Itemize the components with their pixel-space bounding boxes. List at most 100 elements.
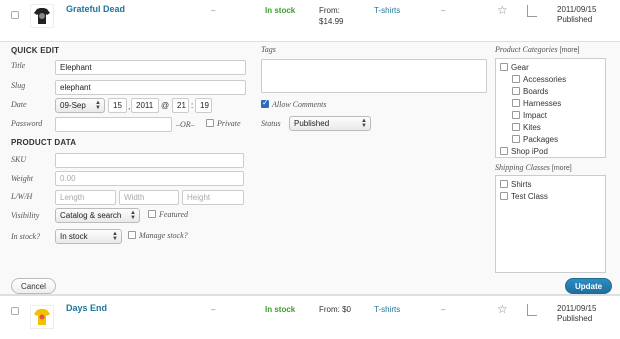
price-value: $14.99 <box>319 17 344 26</box>
quick-edit-panel: QUICK EDIT Title Elephant Slug elephant … <box>0 42 620 295</box>
time-colon: : <box>191 101 194 110</box>
select-arrows-icon: ▲ ▼ <box>361 118 367 129</box>
star-icon[interactable]: ☆ <box>497 3 508 17</box>
minute-field[interactable]: 19 <box>195 98 212 113</box>
product-name-link[interactable]: Grateful Dead <box>66 4 125 14</box>
shipping-classes-checklist: Shirts Test Class <box>495 175 606 273</box>
product-row-days-end: Days End – In stock From: $0 T-shirts – … <box>0 295 620 339</box>
private-checkbox[interactable] <box>206 119 214 127</box>
sku-cell: – <box>211 6 216 15</box>
in-stock-label: In stock? <box>11 232 41 241</box>
simple-product-icon <box>527 5 537 17</box>
length-field[interactable]: Length <box>55 190 116 205</box>
allow-comments-checkbox[interactable] <box>261 98 269 108</box>
visibility-label: Visibility <box>11 211 40 220</box>
status-value: Published <box>294 119 330 128</box>
shipping-class-checkbox[interactable] <box>500 180 508 188</box>
stock-status-select[interactable]: In stock ▲ ▼ <box>55 229 122 244</box>
category-link[interactable]: T-shirts <box>374 6 400 15</box>
categories-more-link[interactable]: [more] <box>560 47 580 54</box>
slug-field[interactable]: elephant <box>55 80 246 95</box>
select-arrows-icon: ▲ ▼ <box>95 100 101 111</box>
tags-textarea[interactable] <box>261 59 487 93</box>
row-checkbox[interactable] <box>11 307 19 315</box>
category-label: Harnesses <box>523 99 562 108</box>
date-label: Date <box>11 100 27 109</box>
row-checkbox[interactable] <box>11 11 19 19</box>
category-checkbox[interactable] <box>512 135 520 143</box>
slug-label: Slug <box>11 81 26 90</box>
category-label: Packages <box>523 135 559 144</box>
category-checkbox[interactable] <box>512 123 520 131</box>
hour-field[interactable]: 21 <box>172 98 189 113</box>
category-checkbox[interactable] <box>512 111 520 119</box>
quick-edit-heading: QUICK EDIT <box>11 46 60 55</box>
publish-info: 2011/09/15 Published <box>557 5 596 25</box>
private-label: Private <box>217 119 241 128</box>
manage-stock-label: Manage stock? <box>139 231 188 240</box>
publish-info: 2011/09/15 Published <box>557 304 596 324</box>
lwh-label: L/W/H <box>11 192 33 201</box>
category-checkbox[interactable] <box>512 99 520 107</box>
category-label: Kites <box>523 123 541 132</box>
product-name-link[interactable]: Days End <box>66 303 107 313</box>
featured-label: Featured <box>159 210 189 219</box>
month-select[interactable]: 09-Sep ▲ ▼ <box>55 98 105 113</box>
star-icon[interactable]: ☆ <box>497 302 508 316</box>
shipping-classes-label: Shipping Classes [more] <box>495 163 572 172</box>
at-symbol: @ <box>161 101 170 110</box>
manage-stock-checkbox[interactable] <box>128 231 136 239</box>
stock-status: In stock <box>265 305 296 314</box>
select-arrows-icon: ▲ ▼ <box>112 231 118 242</box>
simple-product-icon <box>527 304 537 316</box>
category-label: Gear <box>511 63 529 72</box>
status-label: Status <box>261 119 281 128</box>
stock-status: In stock <box>265 6 296 15</box>
password-label: Password <box>11 119 43 128</box>
shipping-class-label: Test Class <box>511 192 548 201</box>
category-checkbox[interactable] <box>512 87 520 95</box>
category-label: Boards <box>523 87 549 96</box>
category-checkbox[interactable] <box>500 147 508 155</box>
shipping-classes-text: Shipping Classes <box>495 163 550 172</box>
shipping-class-label: Shirts <box>511 180 532 189</box>
weight-field[interactable]: 0.00 <box>55 171 244 186</box>
category-link[interactable]: T-shirts <box>374 305 400 314</box>
select-arrows-icon: ▲ ▼ <box>130 210 136 221</box>
visibility-select[interactable]: Catalog & search ▲ ▼ <box>55 208 140 223</box>
shipping-more-link[interactable]: [more] <box>552 165 572 172</box>
tags-label: Tags <box>261 45 276 54</box>
price-prefix: From: <box>319 6 340 15</box>
category-label: Accessories <box>523 75 567 84</box>
title-label: Title <box>11 61 26 70</box>
publish-date: 2011/09/15 <box>557 304 597 313</box>
categories-checklist: Gear Accessories Boards Harnesses Impact… <box>495 58 606 158</box>
status-select[interactable]: Published ▲ ▼ <box>289 116 371 131</box>
sku-label: SKU <box>11 155 27 164</box>
day-field[interactable]: 15 <box>108 98 127 113</box>
category-label: Impact <box>523 111 548 120</box>
month-value: 09-Sep <box>60 101 86 110</box>
year-field[interactable]: 2011 <box>131 98 159 113</box>
or-separator: –OR– <box>176 120 195 129</box>
sku-cell: – <box>211 305 216 314</box>
cancel-button[interactable]: Cancel <box>11 278 56 294</box>
width-field[interactable]: Width <box>119 190 179 205</box>
category-label: Shop iPod <box>511 147 548 156</box>
publish-date: 2011/09/15 <box>557 5 597 14</box>
sku-field[interactable] <box>55 153 244 168</box>
tags-cell: – <box>441 6 446 15</box>
product-categories-text: Product Categories <box>495 45 558 54</box>
category-checkbox[interactable] <box>512 75 520 83</box>
shipping-class-checkbox[interactable] <box>500 192 508 200</box>
height-field[interactable]: Height <box>182 190 244 205</box>
category-checkbox[interactable] <box>500 63 508 71</box>
featured-checkbox[interactable] <box>148 210 156 218</box>
visibility-value: Catalog & search <box>60 211 122 220</box>
tshirt-yellow-icon[interactable] <box>30 305 54 329</box>
password-field[interactable] <box>55 117 172 132</box>
title-field[interactable]: Elephant <box>55 60 246 75</box>
update-button[interactable]: Update <box>565 278 613 294</box>
tshirt-black-icon[interactable] <box>30 4 54 28</box>
weight-label: Weight <box>11 174 33 183</box>
